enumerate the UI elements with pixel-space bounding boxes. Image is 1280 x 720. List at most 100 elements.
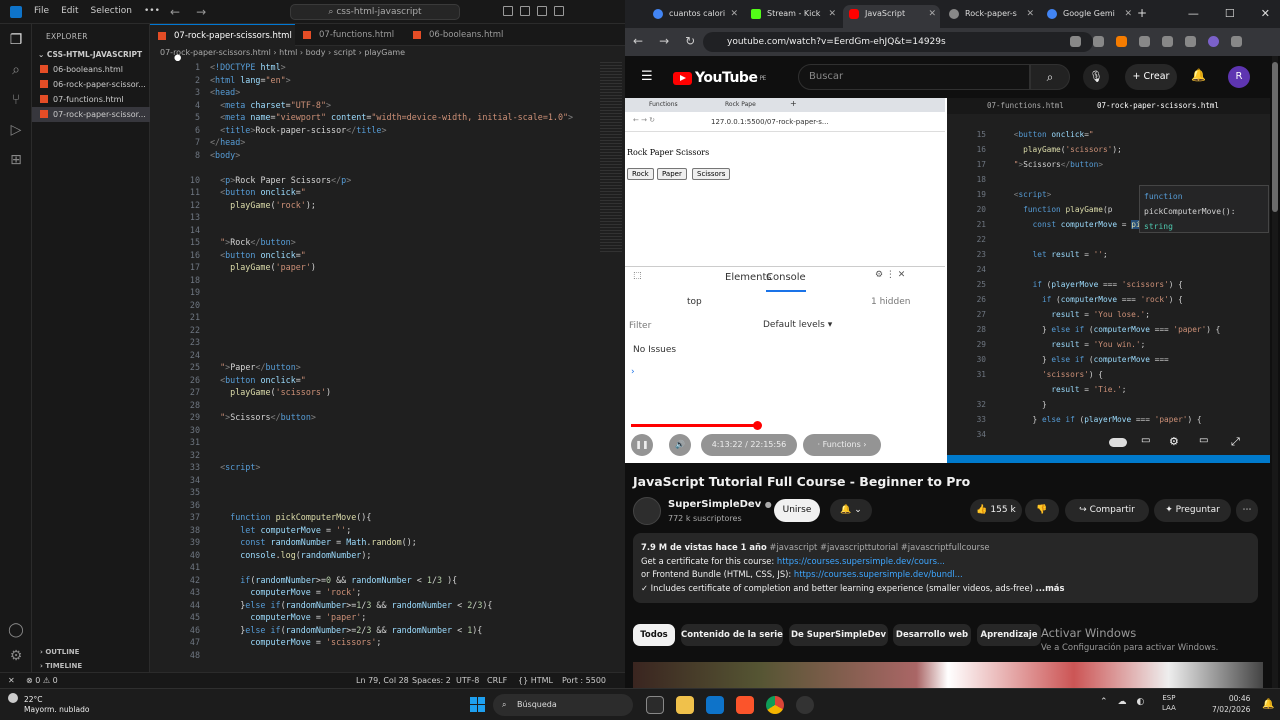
chip-learning[interactable]: Aprendizaje [977, 624, 1041, 646]
clock[interactable]: 00:46 7/02/2026 [1212, 693, 1250, 715]
customize-layout-icon[interactable] [554, 6, 564, 16]
toggle-sidebar-icon[interactable] [503, 6, 513, 16]
close-tab-icon[interactable]: ✕ [1026, 5, 1034, 23]
chip-series[interactable]: Contenido de la serie [681, 624, 783, 646]
outline-section[interactable]: › OUTLINE [40, 648, 79, 656]
toggle-panel-icon[interactable] [520, 6, 530, 16]
weather-widget[interactable]: 22°C Mayorm. nublado [8, 693, 89, 715]
close-tab-icon[interactable]: ✕ [1124, 5, 1132, 23]
taskbar-search[interactable]: ⌕ Búsqueda [493, 694, 633, 716]
eol-status[interactable]: CRLF [487, 676, 507, 685]
new-tab-icon[interactable]: + [1137, 6, 1147, 20]
language-indicator[interactable]: ESP LAA [1162, 693, 1176, 713]
tab-functions[interactable]: 07-functions.html [295, 24, 405, 46]
show-more-link[interactable]: ...más [1036, 583, 1065, 593]
progress-scrubber[interactable] [753, 421, 762, 430]
scrollbar-thumb[interactable] [1272, 62, 1278, 212]
hashtags[interactable]: #javascript #javascripttutorial #javascr… [769, 542, 989, 552]
tray-chevron-icon[interactable]: ⌃ [1100, 697, 1108, 707]
chip-webdev[interactable]: Desarrollo web [893, 624, 971, 646]
menu-file[interactable]: File [34, 6, 49, 18]
menu-selection[interactable]: Selection [91, 6, 132, 18]
browser-tab[interactable]: cuantos calori ✕ [647, 5, 742, 28]
vscode-taskbar-icon[interactable] [706, 696, 724, 714]
puzzle-icon[interactable] [1162, 36, 1173, 47]
file-item[interactable]: 07-functions.html [32, 92, 150, 107]
bookmark-star-icon[interactable] [1093, 36, 1104, 47]
share-button[interactable]: ↪ Compartir [1065, 499, 1149, 522]
forward-icon[interactable]: → [659, 34, 669, 48]
captions-icon[interactable]: ▭ [1141, 435, 1150, 446]
chrome-taskbar-icon[interactable] [766, 696, 784, 714]
file-item[interactable]: 06-rock-paper-scissor... [32, 77, 150, 92]
like-button[interactable]: 👍 155 k [970, 499, 1022, 522]
chip-all[interactable]: Todos [633, 624, 675, 646]
timeline-section[interactable]: › TIMELINE [40, 662, 82, 670]
search-icon[interactable]: ⌕ [6, 60, 26, 80]
description-box[interactable]: 7.9 M de vistas hace 1 año #javascript #… [633, 533, 1258, 603]
browser-tab[interactable]: Stream - Kick ✕ [745, 5, 840, 28]
related-thumbnails[interactable] [633, 662, 1263, 688]
channel-name[interactable]: SuperSimpleDev ● [668, 499, 772, 510]
code-editor[interactable]: 1 2 3 4 5 6 7 8 10 11 12 13 14 15 16 17 18 19 20 21 22 23 24 25… [150, 62, 600, 670]
yt-search-button[interactable]: ⌕ [1030, 64, 1070, 90]
extensions-icon[interactable]: ⊞ [6, 150, 26, 170]
problems-status[interactable]: ⊗ 0 ⚠ 0 [26, 676, 58, 685]
create-button[interactable]: + Crear [1125, 64, 1177, 90]
close-window-icon[interactable]: ✕ [1261, 7, 1270, 20]
fullscreen-icon[interactable]: ⤢ [1231, 435, 1240, 449]
progress-bar[interactable] [631, 421, 946, 430]
browser-tab-active[interactable]: JavaScript ✕ [843, 5, 940, 28]
live-server-port[interactable]: Port : 5500 [562, 676, 606, 685]
browser-tab[interactable]: Rock-paper-s ✕ [943, 5, 1038, 28]
explorer-icon[interactable]: ❐ [6, 30, 26, 50]
file-item[interactable]: 06-booleans.html [32, 62, 150, 77]
chip-channel[interactable]: De SuperSimpleDev [789, 624, 888, 646]
minimap[interactable] [600, 62, 622, 252]
tab-booleans[interactable]: 06-booleans.html [405, 24, 515, 46]
more-actions-button[interactable]: ⋯ [1236, 499, 1258, 522]
command-center-search[interactable]: ⌕ css-html-javascript [290, 4, 460, 20]
brave-taskbar-icon[interactable] [736, 696, 754, 714]
close-tab-icon[interactable]: ✕ [828, 5, 836, 23]
close-tab-icon[interactable]: ✕ [730, 5, 738, 23]
folder-name[interactable]: ⌄ CSS-HTML-JAVASCRIPT [38, 50, 142, 59]
youtube-logo[interactable]: YouTube PE [673, 70, 766, 86]
language-status[interactable]: {} HTML [518, 676, 553, 685]
mic-button[interactable]: 🎙 [1083, 64, 1109, 90]
file-item-selected[interactable]: 07-rock-paper-scissor... [32, 107, 150, 122]
install-icon[interactable] [1070, 36, 1081, 47]
menu-edit[interactable]: Edit [61, 6, 78, 18]
bundle-link[interactable]: https://courses.supersimple.dev/bundl... [794, 569, 963, 579]
remote-icon[interactable]: ✕ [8, 676, 15, 685]
dislike-button[interactable]: 👎 [1025, 499, 1059, 522]
toggle-secondary-sidebar-icon[interactable] [537, 6, 547, 16]
course-link[interactable]: https://courses.supersimple.dev/cours... [777, 556, 945, 566]
file-explorer-icon[interactable] [676, 696, 694, 714]
minimize-icon[interactable]: — [1188, 7, 1199, 20]
autoplay-toggle[interactable] [1109, 438, 1127, 447]
run-debug-icon[interactable]: ▷ [6, 120, 26, 140]
sidebar-icon[interactable] [1185, 36, 1196, 47]
close-tab-icon[interactable]: ✕ [928, 5, 936, 23]
yt-avatar[interactable]: R [1228, 66, 1250, 88]
reload-icon[interactable]: ↻ [685, 34, 695, 48]
windows-start-icon[interactable] [470, 697, 485, 712]
profile-avatar[interactable] [1208, 36, 1219, 47]
extension-icon[interactable] [1139, 36, 1150, 47]
cursor-position[interactable]: Ln 79, Col 28 [356, 676, 409, 685]
back-icon[interactable]: ← [633, 34, 643, 48]
browser-tab[interactable]: Google Gemi ✕ [1041, 5, 1136, 28]
back-arrow-icon[interactable]: ← [170, 5, 180, 19]
maximize-icon[interactable]: ☐ [1225, 7, 1235, 20]
volume-button[interactable]: 🔊 [669, 434, 691, 456]
menu-more[interactable]: ••• [144, 6, 160, 18]
address-bar[interactable]: youtube.com/watch?v=EerdGm-ehJQ&t=14929s [703, 32, 1093, 52]
notifications-icon[interactable]: 🔔 [1262, 699, 1274, 710]
subscribe-bell-button[interactable]: 🔔 ⌄ [830, 499, 872, 522]
notifications-bell-icon[interactable]: 🔔 [1191, 68, 1206, 82]
breadcrumb[interactable]: 07-rock-paper-scissors.html › html › bod… [160, 48, 405, 57]
forward-arrow-icon[interactable]: → [196, 5, 206, 19]
settings-icon[interactable]: ⚙ [1169, 435, 1179, 448]
source-control-icon[interactable]: ⑂ [6, 90, 26, 110]
